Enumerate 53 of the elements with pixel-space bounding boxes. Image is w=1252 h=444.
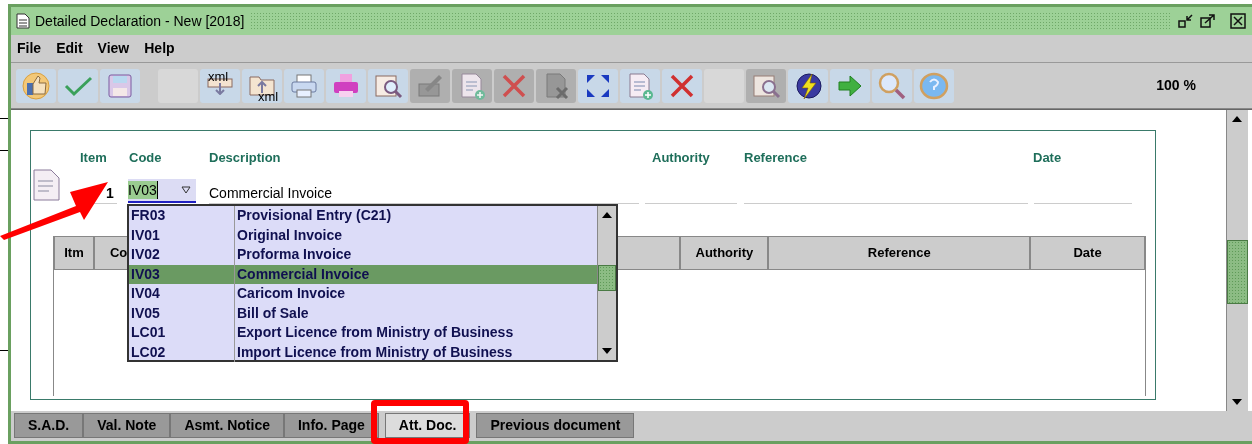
dropdown-option[interactable]: LC01 Export Licence from Ministry of Business	[129, 323, 597, 343]
dropdown-option[interactable]: IV02 Proforma Invoice	[129, 245, 597, 265]
code-combo-box[interactable]: IV03	[128, 179, 196, 203]
toolbar-button[interactable]: xml	[200, 68, 240, 103]
field-label: Description	[209, 149, 281, 167]
dropdown-option[interactable]: LC02 Import Licence from Ministry of Business	[129, 342, 597, 362]
field-label: Date	[1033, 149, 1062, 167]
menu-item[interactable]: Help	[144, 38, 175, 59]
close-icon[interactable]	[1230, 13, 1246, 29]
tab[interactable]: Info. Page	[283, 413, 379, 438]
dropdown-option[interactable]: IV05 Bill of Sale	[129, 303, 597, 323]
thumbs-up-icon	[21, 70, 51, 101]
scrollbar[interactable]	[1226, 110, 1248, 411]
tab[interactable]: Asmt. Notice	[170, 413, 284, 438]
menu-item[interactable]: Edit	[56, 38, 83, 59]
menu-item[interactable]: File	[17, 38, 42, 59]
column-header: Date	[1030, 236, 1145, 270]
tab[interactable]: Previous document	[476, 413, 635, 438]
search-icon	[877, 70, 907, 101]
scroll-thumb[interactable]	[1227, 240, 1248, 304]
field-label: Item	[80, 149, 107, 167]
document-icon	[31, 167, 63, 203]
field-label: Reference	[744, 149, 807, 167]
toolbar-button[interactable]	[368, 68, 408, 103]
scroll-thumb[interactable]	[598, 265, 616, 291]
xml-label: xml	[258, 89, 279, 103]
dropdown-option[interactable]: FR03 Provisional Entry (C21)	[129, 206, 597, 226]
toolbar-button[interactable]	[578, 68, 618, 103]
column-header: Itm	[54, 236, 94, 270]
toolbar-button[interactable]: xml	[242, 68, 282, 103]
scrollbar[interactable]	[597, 206, 616, 360]
minimize-icon[interactable]	[1178, 13, 1194, 29]
tab[interactable]: S.A.D.	[14, 413, 84, 438]
menu-item[interactable]: View	[97, 38, 130, 59]
item-number: 1	[106, 184, 114, 203]
field-label: Authority	[652, 149, 710, 167]
description-value: Commercial Invoice	[209, 184, 332, 203]
maximize-icon[interactable]	[1200, 13, 1216, 29]
help-icon	[919, 70, 949, 101]
tab[interactable]: Val. Note	[83, 413, 171, 438]
dropdown-option[interactable]: IV03 Commercial Invoice	[129, 264, 597, 284]
zoom-level: 100 %	[1156, 76, 1196, 95]
column-header: Authority	[680, 236, 769, 270]
document-icon	[16, 13, 30, 29]
column-header: Reference	[768, 236, 1031, 270]
xml-label: xml	[208, 69, 229, 83]
field-label: Code	[129, 149, 162, 167]
dropdown-option[interactable]: IV04 Caricom Invoice	[129, 284, 597, 304]
window-title: Detailed Declaration - New [2018]	[35, 11, 245, 31]
toolbar-button[interactable]	[788, 68, 828, 103]
tab[interactable]: Att. Doc.	[384, 413, 471, 438]
dropdown-arrow-icon	[181, 186, 191, 194]
lightning-icon	[793, 70, 823, 101]
